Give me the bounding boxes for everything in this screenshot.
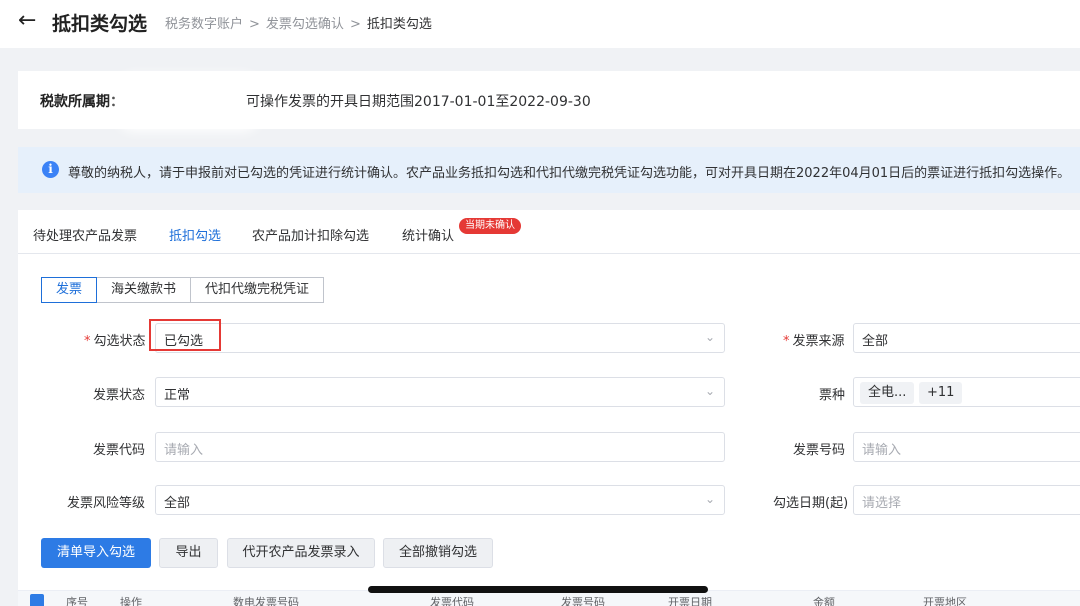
breadcrumb-item[interactable]: 发票勾选确认	[266, 17, 344, 32]
check-status-label: * 勾选状态	[84, 334, 146, 349]
segment-customs-payment[interactable]: 海关缴款书	[97, 277, 192, 303]
agri-invoice-entry-button[interactable]: 代开农产品发票录入	[227, 538, 375, 568]
table-header-cell: 数电发票号码	[233, 596, 299, 606]
chevron-down-icon: ⌄	[704, 384, 715, 398]
invoice-code-input[interactable]: 请输入	[155, 432, 725, 462]
check-date-label: 勾选日期(起)	[773, 496, 849, 511]
page-title: 抵扣类勾选	[52, 13, 148, 35]
risk-level-select[interactable]: 全部 ⌄	[155, 485, 725, 515]
tab-statistics-confirm[interactable]: 统计确认	[402, 225, 454, 244]
table-header-cell: 发票代码	[430, 596, 474, 606]
chevron-down-icon: ⌄	[704, 492, 715, 506]
risk-level-value: 全部	[164, 496, 191, 511]
ticket-type-more-tag: +11	[919, 382, 963, 404]
invoice-status-select[interactable]: 正常 ⌄	[155, 377, 725, 407]
check-date-placeholder: 请选择	[862, 496, 902, 511]
import-list-check-button[interactable]: 清单导入勾选	[41, 538, 151, 568]
ticket-type-tag: 全电...	[860, 382, 915, 404]
tab-agri-extra-deduction[interactable]: 农产品加计扣除勾选	[252, 225, 369, 244]
table-header-cell: 开票日期	[668, 596, 712, 606]
invoice-source-select[interactable]: 全部	[853, 323, 1080, 353]
info-icon: i	[42, 161, 59, 178]
breadcrumb-current: 抵扣类勾选	[366, 17, 432, 32]
invoice-code-placeholder: 请输入	[164, 443, 204, 458]
back-arrow-icon[interactable]: ←	[18, 8, 36, 33]
invoice-status-value: 正常	[164, 388, 191, 403]
invoice-status-label: 发票状态	[93, 388, 146, 403]
breadcrumb-separator: >	[349, 17, 361, 32]
ticket-type-select[interactable]: 全电... +11	[853, 377, 1080, 407]
risk-level-label: 发票风险等级	[67, 496, 146, 511]
home-indicator	[368, 586, 708, 593]
tax-period-card: 税款所属期： 20 可操作发票的开具日期范围2017-01-01至2022-09…	[18, 71, 1080, 129]
voucher-type-switch: 发票 海关缴款书 代扣代缴完税凭证	[41, 277, 325, 303]
tab-deduction-check[interactable]: 抵扣勾选	[169, 225, 221, 244]
invoice-code-label: 发票代码	[93, 443, 146, 458]
invoice-source-value: 全部	[862, 334, 889, 349]
redaction-mask	[126, 83, 251, 123]
notice-text: 尊敬的纳税人，请于申报前对已勾选的凭证进行统计确认。农产品业务抵扣勾选和代扣代缴…	[68, 166, 1071, 181]
required-mark: *	[84, 334, 91, 349]
page-header: ← 抵扣类勾选 税务数字账户 > 发票勾选确认 > 抵扣类勾选	[0, 0, 1080, 48]
table-header-cell: 序号	[66, 596, 88, 606]
invoice-number-input[interactable]: 请输入	[853, 432, 1080, 462]
export-button[interactable]: 导出	[159, 538, 218, 568]
segment-invoice[interactable]: 发票	[41, 277, 98, 303]
tax-period-label: 税款所属期：	[40, 94, 124, 110]
check-date-picker[interactable]: 请选择	[853, 485, 1080, 515]
breadcrumb: 税务数字账户 > 发票勾选确认 > 抵扣类勾选	[165, 13, 432, 32]
check-status-value: 已勾选	[164, 334, 204, 349]
table-header-cell: 金额	[813, 596, 835, 606]
notice-banner: i 尊敬的纳税人，请于申报前对已勾选的凭证进行统计确认。农产品业务抵扣勾选和代扣…	[18, 147, 1080, 193]
ticket-type-label: 票种	[819, 388, 846, 403]
segment-withholding-certificate[interactable]: 代扣代缴完税凭证	[191, 277, 325, 303]
chevron-down-icon: ⌄	[704, 330, 715, 344]
table-header-cell: 开票地区	[923, 596, 967, 606]
check-status-select[interactable]: 已勾选 ⌄	[149, 319, 725, 353]
table-header-cell: 发票号码	[561, 596, 605, 606]
breadcrumb-item[interactable]: 税务数字账户	[165, 17, 243, 32]
tab-pending-agri-invoices[interactable]: 待处理农产品发票	[33, 225, 137, 244]
cancel-all-checks-button[interactable]: 全部撤销勾选	[383, 538, 493, 568]
unconfirmed-badge: 当期未确认	[459, 218, 521, 234]
breadcrumb-separator: >	[249, 17, 260, 32]
table-header-cell: 操作	[120, 596, 142, 606]
select-all-checkbox[interactable]	[30, 594, 44, 606]
invoice-number-placeholder: 请输入	[862, 443, 902, 458]
required-mark: *	[783, 334, 790, 349]
invoice-source-label: * 发票来源	[783, 334, 845, 349]
tab-bar: 待处理农产品发票 抵扣勾选 农产品加计扣除勾选 统计确认 当期未确认	[18, 210, 1080, 254]
invoice-number-label: 发票号码	[793, 443, 846, 458]
invoice-date-range-text: 可操作发票的开具日期范围2017-01-01至2022-09-30	[246, 94, 591, 110]
